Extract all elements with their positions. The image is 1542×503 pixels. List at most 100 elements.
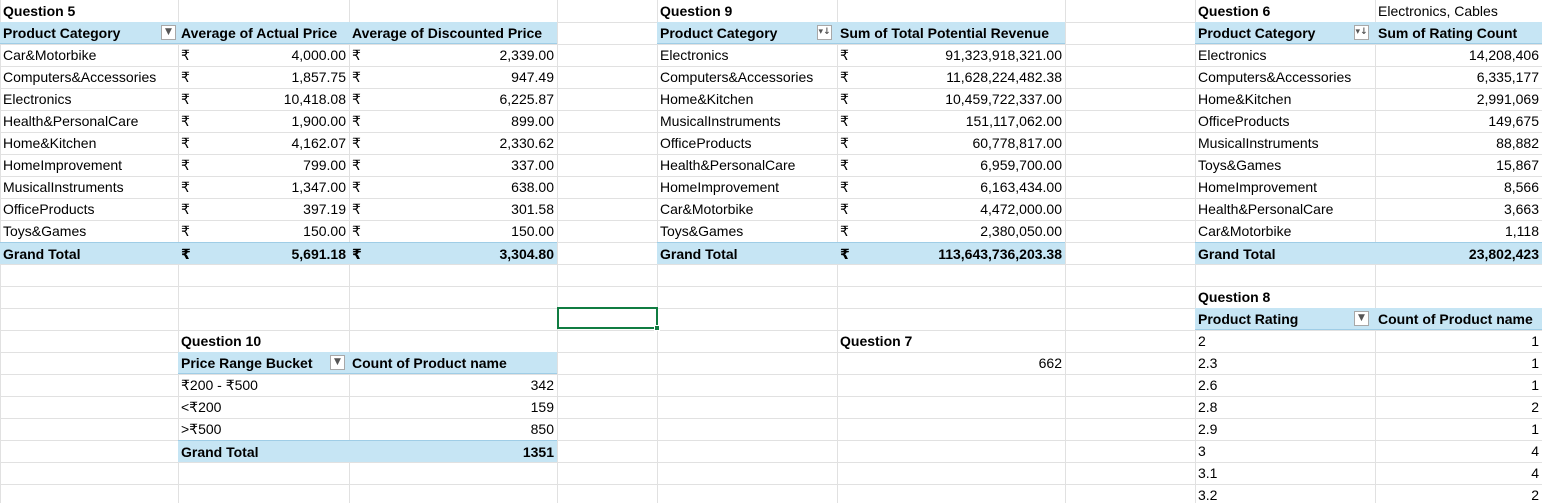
q5-row-category[interactable]: Health&PersonalCare	[0, 110, 178, 132]
q9-row-category[interactable]: Toys&Games	[657, 220, 837, 242]
q9-row-category[interactable]: Computers&Accessories	[657, 66, 837, 88]
q5-row-discounted[interactable]: ₹337.00	[349, 154, 557, 176]
q8-row-rating[interactable]: 2.6	[1195, 374, 1375, 396]
q9-header-category[interactable]: Product Category ▾↓	[657, 22, 837, 44]
q9-row-category[interactable]: Home&Kitchen	[657, 88, 837, 110]
q10-row-bucket[interactable]: ₹200 - ₹500	[178, 374, 349, 396]
q10-row-count[interactable]: 159	[349, 396, 557, 418]
q8-title[interactable]: Question 8	[1195, 286, 1375, 308]
q9-header-revenue[interactable]: Sum of Total Potential Revenue	[837, 22, 1065, 44]
q9-row-category[interactable]: Health&PersonalCare	[657, 154, 837, 176]
filter-dropdown-icon[interactable]: ▼	[161, 25, 176, 40]
q6-row-value[interactable]: 2,991,069	[1375, 88, 1542, 110]
q10-header-bucket[interactable]: Price Range Bucket ▼	[178, 352, 349, 374]
q6-row-value[interactable]: 14,208,406	[1375, 44, 1542, 66]
q6-row-category[interactable]: Home&Kitchen	[1195, 88, 1375, 110]
q9-title[interactable]: Question 9	[657, 0, 837, 22]
q8-row-count[interactable]: 4	[1375, 440, 1542, 462]
q5-row-discounted[interactable]: ₹150.00	[349, 220, 557, 242]
q5-row-category[interactable]: OfficeProducts	[0, 198, 178, 220]
q5-row-actual[interactable]: ₹10,418.08	[178, 88, 349, 110]
q6-title[interactable]: Question 6	[1195, 0, 1375, 22]
q10-grand-total-label[interactable]: Grand Total	[178, 440, 349, 462]
q6-row-category[interactable]: Car&Motorbike	[1195, 220, 1375, 242]
q5-row-category[interactable]: Home&Kitchen	[0, 132, 178, 154]
q10-title[interactable]: Question 10	[178, 330, 349, 352]
filter-dropdown-icon[interactable]: ▼	[330, 355, 345, 370]
q9-row-revenue[interactable]: ₹10,459,722,337.00	[837, 88, 1065, 110]
q6-row-category[interactable]: OfficeProducts	[1195, 110, 1375, 132]
q9-row-revenue[interactable]: ₹60,778,817.00	[837, 132, 1065, 154]
q8-row-count[interactable]: 1	[1375, 352, 1542, 374]
q5-row-discounted[interactable]: ₹6,225.87	[349, 88, 557, 110]
q5-row-actual[interactable]: ₹4,162.07	[178, 132, 349, 154]
q9-grand-total-revenue[interactable]: ₹113,643,736,203.38	[837, 242, 1065, 264]
q5-row-discounted[interactable]: ₹301.58	[349, 198, 557, 220]
q5-row-category[interactable]: Toys&Games	[0, 220, 178, 242]
q5-row-category[interactable]: Electronics	[0, 88, 178, 110]
q5-row-discounted[interactable]: ₹947.49	[349, 66, 557, 88]
q5-header-category[interactable]: Product Category ▼	[0, 22, 178, 44]
q8-row-count[interactable]: 2	[1375, 396, 1542, 418]
q9-row-category[interactable]: Electronics	[657, 44, 837, 66]
q5-row-actual[interactable]: ₹397.19	[178, 198, 349, 220]
q5-row-actual[interactable]: ₹1,347.00	[178, 176, 349, 198]
q6-row-category[interactable]: Toys&Games	[1195, 154, 1375, 176]
q5-row-actual[interactable]: ₹4,000.00	[178, 44, 349, 66]
q6-row-value[interactable]: 8,566	[1375, 176, 1542, 198]
q9-row-category[interactable]: OfficeProducts	[657, 132, 837, 154]
q6-header-category[interactable]: Product Category ▾↓	[1195, 22, 1375, 44]
q9-row-revenue[interactable]: ₹11,628,224,482.38	[837, 66, 1065, 88]
q9-row-revenue[interactable]: ₹2,380,050.00	[837, 220, 1065, 242]
q6-grand-total-label[interactable]: Grand Total	[1195, 242, 1375, 264]
q6-row-category[interactable]: HomeImprovement	[1195, 176, 1375, 198]
q6-row-category[interactable]: Electronics	[1195, 44, 1375, 66]
q6-row-category[interactable]: Health&PersonalCare	[1195, 198, 1375, 220]
q8-header-rating[interactable]: Product Rating ▼	[1195, 308, 1375, 330]
q5-row-actual[interactable]: ₹799.00	[178, 154, 349, 176]
q5-grand-total-label[interactable]: Grand Total	[0, 242, 178, 264]
q8-row-rating[interactable]: 2.8	[1195, 396, 1375, 418]
q8-row-rating[interactable]: 3	[1195, 440, 1375, 462]
q5-row-category[interactable]: Computers&Accessories	[0, 66, 178, 88]
q8-row-rating[interactable]: 3.2	[1195, 484, 1375, 503]
q8-header-count[interactable]: Count of Product name	[1375, 308, 1542, 330]
q6-row-category[interactable]: MusicalInstruments	[1195, 132, 1375, 154]
q5-row-discounted[interactable]: ₹638.00	[349, 176, 557, 198]
q6-note[interactable]: Electronics, Cables	[1375, 0, 1542, 22]
q5-row-actual[interactable]: ₹150.00	[178, 220, 349, 242]
q8-row-rating[interactable]: 2.9	[1195, 418, 1375, 440]
active-cell-selection[interactable]	[557, 307, 658, 329]
q8-row-rating[interactable]: 3.1	[1195, 462, 1375, 484]
q8-row-count[interactable]: 1	[1375, 374, 1542, 396]
q6-header-rating-count[interactable]: Sum of Rating Count	[1375, 22, 1542, 44]
q5-header-actual[interactable]: Average of Actual Price	[178, 22, 349, 44]
q5-row-category[interactable]: HomeImprovement	[0, 154, 178, 176]
q9-row-revenue[interactable]: ₹4,472,000.00	[837, 198, 1065, 220]
q8-row-count[interactable]: 4	[1375, 462, 1542, 484]
q9-grand-total-label[interactable]: Grand Total	[657, 242, 837, 264]
q7-value[interactable]: 662	[837, 352, 1065, 374]
q8-row-rating[interactable]: 2.3	[1195, 352, 1375, 374]
q10-row-count[interactable]: 342	[349, 374, 557, 396]
q6-row-value[interactable]: 88,882	[1375, 132, 1542, 154]
q10-grand-total-value[interactable]: 1351	[349, 440, 557, 462]
q5-row-category[interactable]: Car&Motorbike	[0, 44, 178, 66]
q9-row-category[interactable]: MusicalInstruments	[657, 110, 837, 132]
q10-row-bucket[interactable]: >₹500	[178, 418, 349, 440]
q6-row-value[interactable]: 6,335,177	[1375, 66, 1542, 88]
q9-row-category[interactable]: HomeImprovement	[657, 176, 837, 198]
filter-dropdown-icon[interactable]: ▼	[1354, 311, 1369, 326]
q5-row-discounted[interactable]: ₹2,330.62	[349, 132, 557, 154]
sort-descending-filter-icon[interactable]: ▾↓	[817, 25, 832, 40]
q8-row-count[interactable]: 1	[1375, 418, 1542, 440]
q9-row-revenue[interactable]: ₹151,117,062.00	[837, 110, 1065, 132]
q9-row-revenue[interactable]: ₹6,163,434.00	[837, 176, 1065, 198]
q5-row-discounted[interactable]: ₹2,339.00	[349, 44, 557, 66]
q6-row-category[interactable]: Computers&Accessories	[1195, 66, 1375, 88]
q9-row-category[interactable]: Car&Motorbike	[657, 198, 837, 220]
q5-row-discounted[interactable]: ₹899.00	[349, 110, 557, 132]
q6-grand-total-value[interactable]: 23,802,423	[1375, 242, 1542, 264]
q7-title[interactable]: Question 7	[837, 330, 1065, 352]
q6-row-value[interactable]: 15,867	[1375, 154, 1542, 176]
